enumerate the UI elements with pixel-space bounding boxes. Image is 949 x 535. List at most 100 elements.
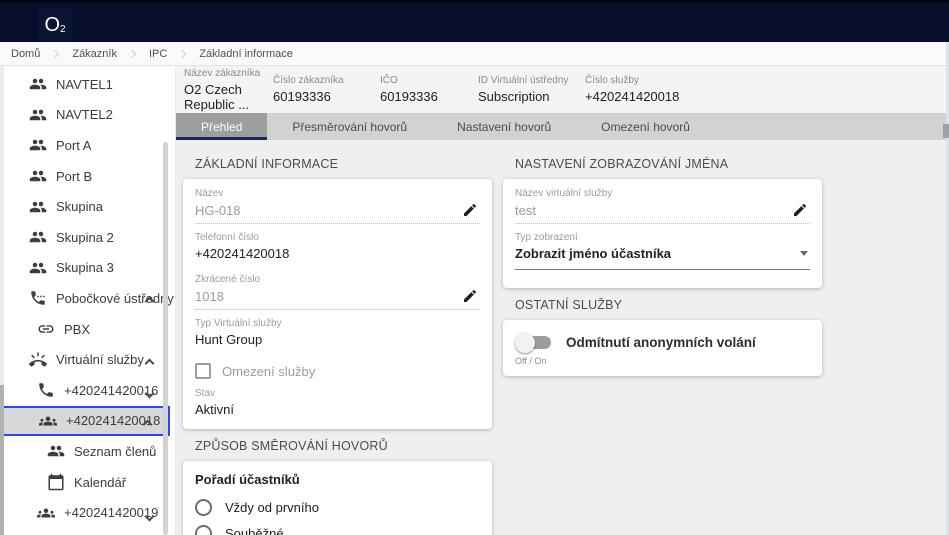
sidebar-item-kalendar[interactable]: Kalendář xyxy=(0,467,175,498)
typ-zobrazeni-value: Zobrazit jméno účastníka xyxy=(515,246,800,261)
field-telefonni-cislo: Telefonní číslo +420241420018 xyxy=(195,232,480,266)
field-typ-virtualni-sluzby: Typ Virtuální služby Hunt Group xyxy=(195,318,480,352)
ring-volume-icon xyxy=(28,350,47,369)
sidebar-item-navtel2[interactable]: NAVTEL2 xyxy=(0,100,175,131)
tab-presmerovani-hovoru[interactable]: Přesměrování hovorů xyxy=(267,113,432,140)
sidebar-item-label: Skupina 2 xyxy=(56,230,114,245)
info-field-nazev-zakaznika: Název zákazníka O2 Czech Republic ... xyxy=(184,68,273,112)
sidebar-item-label: Skupina 3 xyxy=(56,260,114,275)
group-icon xyxy=(28,105,47,124)
info-field-cislo-zakaznika: Číslo zákazníka 60193336 xyxy=(273,75,380,104)
sidebar-item-skupina[interactable]: Skupina xyxy=(0,191,175,222)
breadcrumb-item-zakladni-informace: Základní informace xyxy=(199,48,293,60)
edit-nazev-virtualni-sluzby-button[interactable] xyxy=(790,202,810,218)
caret-down-icon xyxy=(800,251,808,256)
radio-vzdy-od-prvniho[interactable]: Vždy od prvního xyxy=(195,499,480,516)
pencil-icon xyxy=(462,202,478,218)
sidebar: NAVTEL1 NAVTEL2 Port A Port B Skupina Sk… xyxy=(0,66,176,535)
anonymous-call-rejection-toggle[interactable] xyxy=(518,336,551,349)
phone-icon xyxy=(36,381,55,400)
chevron-up-icon[interactable] xyxy=(143,419,153,429)
edit-nazev-button[interactable] xyxy=(460,202,480,218)
omezeni-sluzby-label: Omezení služby xyxy=(222,364,315,379)
group-icon xyxy=(28,228,47,247)
pencil-icon xyxy=(792,202,808,218)
chevron-down-icon[interactable] xyxy=(145,511,155,521)
breadcrumb-separator xyxy=(128,49,136,57)
sidebar-item-virtualni-sluzby[interactable]: Virtuální služby xyxy=(0,344,175,375)
calendar-icon xyxy=(46,473,65,492)
sidebar-item-label: Virtuální služby xyxy=(56,352,144,367)
o2-logo-text: O xyxy=(44,15,60,35)
omezeni-sluzby-checkbox-row[interactable]: Omezení služby xyxy=(195,363,480,379)
sidebar-item-navtel1[interactable]: NAVTEL1 xyxy=(0,69,175,100)
field-nazev: Název HG-018 xyxy=(195,188,480,224)
breadcrumb-item-zakaznik[interactable]: Zákazník xyxy=(72,48,117,60)
pencil-icon xyxy=(462,288,478,304)
toggle-state-label: Off / On xyxy=(515,356,810,366)
sidebar-item-pobockove-ustredny[interactable]: Pobočkové ústředny xyxy=(0,283,175,314)
radio-button[interactable] xyxy=(195,499,212,516)
sidebar-item-label: +420241420019 xyxy=(64,505,158,520)
group-icon xyxy=(28,136,47,155)
content-area: ZÁKLADNÍ INFORMACE Název HG-018 Telefonn… xyxy=(176,140,949,535)
breadcrumb-separator xyxy=(51,49,59,57)
radio-label: Vždy od prvního xyxy=(225,500,319,515)
group-icon xyxy=(28,75,47,94)
sidebar-item-skupina-3[interactable]: Skupina 3 xyxy=(0,253,175,284)
sidebar-item-label: NAVTEL2 xyxy=(56,107,113,122)
group-icon xyxy=(28,167,47,186)
radio-button[interactable] xyxy=(195,525,212,535)
sidebar-item-label: Kalendář xyxy=(74,475,126,490)
page-scrollbar-thumb[interactable] xyxy=(943,124,949,138)
sidebar-item-420241420018[interactable]: +420241420018 xyxy=(2,406,170,437)
left-scrollbar-thumb[interactable] xyxy=(0,385,4,535)
chevron-down-icon[interactable] xyxy=(145,389,155,399)
chevron-up-icon[interactable] xyxy=(145,297,155,307)
group-icon xyxy=(46,442,65,461)
field-stav: Stav Aktivní xyxy=(195,388,480,417)
sidebar-item-port-a[interactable]: Port A xyxy=(0,130,175,161)
chevron-up-icon[interactable] xyxy=(145,358,155,368)
sidebar-item-label: NAVTEL1 xyxy=(56,77,113,92)
tab-bar: Přehled Přesměrování hovorů Nastavení ho… xyxy=(176,113,949,140)
radio-label: Souběžné xyxy=(225,526,284,535)
sidebar-item-skupina-2[interactable]: Skupina 2 xyxy=(0,222,175,253)
group-icon xyxy=(28,258,47,277)
typ-zobrazeni-select[interactable]: Zobrazit jméno účastníka xyxy=(515,246,810,270)
edit-zkracene-cislo-button[interactable] xyxy=(460,288,480,304)
sidebar-item-seznam-clenu[interactable]: Seznam členů xyxy=(0,436,175,467)
nazev-value: HG-018 xyxy=(195,203,460,218)
card-zpusob-smerovani: Pořadí účastníků Vždy od prvního Souběžn… xyxy=(183,461,492,535)
sidebar-item-420241420019[interactable]: +420241420019 xyxy=(0,497,175,528)
sidebar-item-port-b[interactable]: Port B xyxy=(0,161,175,192)
radio-soubezne[interactable]: Souběžné xyxy=(195,525,480,535)
stav-value: Aktivní xyxy=(195,402,480,417)
sidebar-item-label: Seznam členů xyxy=(74,444,156,459)
sidebar-item-label: Skupina xyxy=(56,199,103,214)
breadcrumb-item-ipc[interactable]: IPC xyxy=(149,48,167,60)
sidebar-item-label: Port B xyxy=(56,169,92,184)
card-zakladni-informace: Název HG-018 Telefonní číslo +4202414200… xyxy=(183,179,492,429)
card-ostatni-sluzby: Odmítnutí anonymních volání Off / On xyxy=(503,320,822,376)
typ-virtualni-sluzby-value: Hunt Group xyxy=(195,332,480,352)
breadcrumb: Domů Zákazník IPC Základní informace xyxy=(0,42,949,66)
tab-prehled[interactable]: Přehled xyxy=(176,113,267,140)
sidebar-scrollbar-thumb[interactable] xyxy=(163,142,168,535)
breadcrumb-separator xyxy=(178,49,186,57)
tab-omezeni-hovoru[interactable]: Omezení hovorů xyxy=(576,113,715,140)
sidebar-item-pbx[interactable]: PBX xyxy=(0,314,175,345)
nazev-virtualni-sluzby-value: test xyxy=(515,203,790,218)
sidebar-item-label: +420241420016 xyxy=(64,383,158,398)
sidebar-item-420241420016[interactable]: +420241420016 xyxy=(0,375,175,406)
groups-icon xyxy=(38,411,57,430)
field-nazev-virtualni-sluzby: Název virtuální služby test xyxy=(515,188,810,224)
info-field-ico: IČO 60193336 xyxy=(380,75,478,104)
omezeni-sluzby-checkbox[interactable] xyxy=(195,363,211,379)
sidebar-item-label: Pobočkové ústředny xyxy=(56,291,174,306)
breadcrumb-item-domu[interactable]: Domů xyxy=(11,48,40,60)
main-content: Název zákazníka O2 Czech Republic ... Čí… xyxy=(176,66,949,535)
link-icon xyxy=(36,320,55,339)
tab-nastaveni-hovoru[interactable]: Nastavení hovorů xyxy=(432,113,576,140)
o2-logo[interactable]: O2 xyxy=(38,8,72,41)
